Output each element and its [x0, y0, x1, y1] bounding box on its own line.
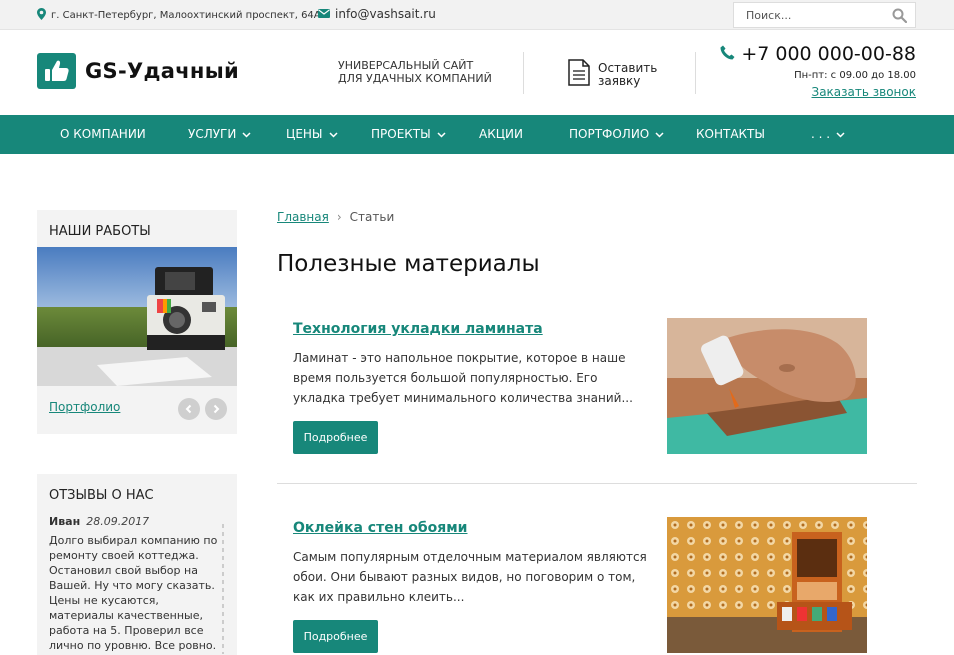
nav-label: . . .	[811, 127, 831, 141]
nav-item-promotions[interactable]: Акции	[479, 127, 523, 141]
tagline-line-2: для удачных компаний	[338, 72, 492, 85]
phone-icon	[720, 43, 735, 65]
nav-item-projects[interactable]: Проекты	[371, 127, 446, 141]
request-callback-link[interactable]: Заказать звонок	[812, 85, 917, 99]
leave-request-button[interactable]: Оставить заявку	[568, 59, 657, 90]
header-divider	[523, 52, 524, 94]
breadcrumb-current: Статьи	[349, 210, 395, 224]
read-more-button[interactable]: Подробнее	[293, 421, 378, 454]
laminate-article-image[interactable]	[667, 318, 867, 454]
address-text: г. Санкт-Петербург, Малоохтинский проспе…	[51, 10, 321, 21]
our-works-widget: Наши работы Портфолио	[37, 210, 237, 434]
arrow-right-icon[interactable]	[205, 398, 227, 420]
article-card: Технология укладки ламината Ламинат - эт…	[277, 318, 917, 461]
nav-label: Контакты	[696, 127, 765, 141]
portfolio-link[interactable]: Портфолио	[49, 400, 120, 414]
working-hours: Пн-пт: с 09.00 до 18.00	[794, 70, 916, 81]
slider-arrows	[173, 398, 227, 420]
chevron-down-icon	[242, 127, 251, 141]
chevron-down-icon	[437, 127, 446, 141]
chevron-down-icon	[655, 127, 664, 141]
article-excerpt: Ламинат - это напольное покрытие, которо…	[293, 351, 633, 405]
breadcrumb-separator-icon: ›	[336, 210, 342, 224]
wallpaper-article-image[interactable]	[667, 517, 867, 653]
search-box	[733, 2, 916, 28]
main-navigation: О компании Услуги Цены Проекты Акции Пор…	[0, 115, 954, 154]
nav-label: О компании	[60, 127, 146, 141]
page-title: Полезные материалы	[277, 251, 540, 277]
site-tagline: Универсальный сайт для удачных компаний	[338, 59, 492, 85]
nav-label: Услуги	[188, 127, 237, 141]
review-text: Долго выбирал компанию по ремонту своей …	[49, 534, 218, 655]
nav-item-about[interactable]: О компании	[60, 127, 146, 141]
nav-item-contacts[interactable]: Контакты	[696, 127, 765, 141]
read-more-button[interactable]: Подробнее	[293, 620, 378, 653]
header-divider	[695, 52, 696, 94]
nav-item-prices[interactable]: Цены	[286, 127, 338, 141]
email-info[interactable]: info@vashsait.ru	[318, 7, 436, 21]
phone-number[interactable]: +7 000 000-00-88	[720, 43, 916, 65]
arrow-left-icon[interactable]	[178, 398, 200, 420]
phone-text: +7 000 000-00-88	[741, 43, 916, 65]
apply-line-2: заявку	[598, 73, 641, 88]
chevron-down-icon	[328, 127, 338, 141]
nav-item-more[interactable]: . . .	[811, 127, 845, 141]
article-title-link[interactable]: Оклейка стен обоями	[293, 520, 468, 536]
nav-label: Портфолио	[569, 127, 650, 141]
nav-label: Проекты	[371, 127, 431, 141]
breadcrumb: Главная › Статьи	[277, 210, 394, 224]
article-excerpt: Самым популярным отделочным материалом я…	[293, 550, 647, 604]
document-icon	[568, 59, 590, 90]
article-card: Оклейка стен обоями Самым популярным отд…	[277, 517, 917, 655]
article-divider	[277, 483, 917, 484]
search-input[interactable]	[734, 3, 884, 27]
review-meta: Иван 28.09.2017	[49, 515, 149, 528]
tagline-line-1: Универсальный сайт	[338, 59, 474, 72]
leave-request-label: Оставить заявку	[598, 60, 658, 88]
our-works-title: Наши работы	[49, 224, 151, 239]
portfolio-camera-image[interactable]	[37, 247, 237, 386]
search-icon[interactable]	[892, 8, 908, 27]
address-info: г. Санкт-Петербург, Малоохтинский проспе…	[37, 8, 321, 23]
breadcrumb-home-link[interactable]: Главная	[277, 210, 329, 224]
top-bar: г. Санкт-Петербург, Малоохтинский проспе…	[0, 0, 954, 30]
review-date: 28.09.2017	[86, 515, 150, 528]
nav-item-portfolio[interactable]: Портфолио	[569, 127, 664, 141]
site-logo[interactable]: GS-Удачный	[37, 53, 239, 89]
apply-line-1: Оставить	[598, 60, 658, 75]
contact-phone-block: +7 000 000-00-88 Пн-пт: с 09.00 до 18.00…	[720, 43, 916, 100]
nav-label: Акции	[479, 127, 523, 141]
nav-item-services[interactable]: Услуги	[188, 127, 251, 141]
thumbs-up-icon	[37, 53, 76, 89]
envelope-icon	[318, 8, 330, 21]
nav-label: Цены	[286, 127, 323, 141]
logo-text: GS-Удачный	[85, 59, 240, 83]
reviews-title: Отзывы о нас	[49, 488, 154, 503]
email-link[interactable]: info@vashsait.ru	[335, 7, 436, 21]
reviews-scrollbar[interactable]	[222, 524, 224, 654]
map-pin-icon	[37, 8, 46, 23]
review-author: Иван	[49, 515, 81, 528]
chevron-down-icon	[836, 127, 845, 141]
reviews-widget: Отзывы о нас Иван 28.09.2017 Долго выбира…	[37, 474, 237, 655]
article-title-link[interactable]: Технология укладки ламината	[293, 321, 543, 337]
